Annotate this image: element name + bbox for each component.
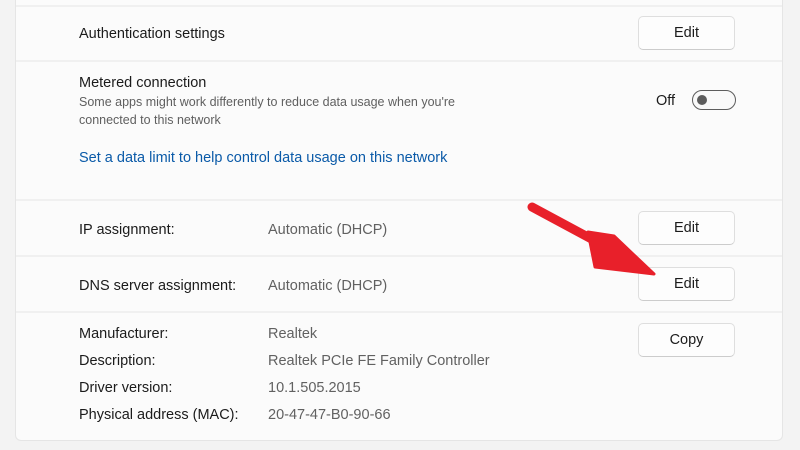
row-divider: [16, 311, 782, 313]
metered-connection-toggle[interactable]: [692, 90, 736, 110]
ip-assignment-edit-button[interactable]: Edit: [638, 211, 735, 245]
set-data-limit-link[interactable]: Set a data limit to help control data us…: [79, 151, 447, 166]
driver-version-value: 10.1.505.2015: [268, 380, 361, 396]
row-divider: [16, 199, 782, 201]
network-properties-panel: Authentication settings Edit Metered con…: [15, 0, 783, 441]
ip-assignment-value: Automatic (DHCP): [268, 222, 388, 238]
manufacturer-value: Realtek: [268, 326, 318, 342]
driver-version-label: Driver version:: [79, 380, 173, 396]
row-divider: [16, 255, 782, 257]
copy-properties-button[interactable]: Copy: [638, 323, 735, 357]
dns-server-edit-button[interactable]: Edit: [638, 267, 735, 301]
physical-address-label: Physical address (MAC):: [79, 407, 239, 423]
toggle-knob: [697, 95, 707, 105]
physical-address-value: 20-47-47-B0-90-66: [268, 407, 391, 423]
ip-assignment-label: IP assignment:: [79, 222, 175, 238]
row-divider: [16, 5, 782, 7]
metered-toggle-state-label: Off: [656, 93, 676, 109]
dns-server-assignment-value: Automatic (DHCP): [268, 278, 388, 294]
metered-connection-description: connected to this network: [79, 113, 221, 127]
dns-server-assignment-label: DNS server assignment:: [79, 278, 237, 294]
description-value: Realtek PCIe FE Family Controller: [268, 353, 490, 369]
description-label: Description:: [79, 353, 156, 369]
row-divider: [16, 60, 782, 62]
authentication-edit-button[interactable]: Edit: [638, 16, 735, 50]
manufacturer-label: Manufacturer:: [79, 326, 169, 342]
metered-connection-description: Some apps might work differently to redu…: [79, 95, 455, 109]
metered-connection-title: Metered connection: [79, 75, 207, 91]
authentication-settings-label: Authentication settings: [79, 26, 225, 42]
